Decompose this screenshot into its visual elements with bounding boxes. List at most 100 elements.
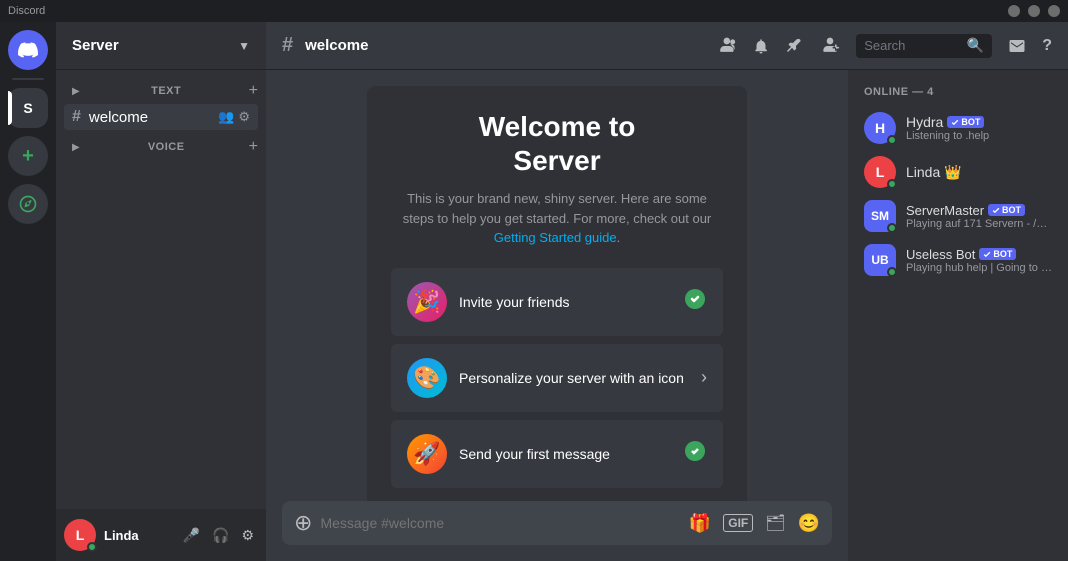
uselessbot-info: Useless Bot BOT Playing hub help | Going… (906, 247, 1052, 274)
welcome-title: Welcome toServer (391, 110, 723, 177)
task-invite[interactable]: 🎉 Invite your friends (391, 268, 723, 336)
voice-category-header[interactable]: ▶ VOICE + (56, 134, 266, 160)
welcome-section: Welcome toServer This is your brand new,… (282, 86, 832, 501)
header-icons: Search 🔍 ? (716, 34, 1052, 58)
user-settings-button[interactable]: ⚙ (237, 523, 258, 548)
linda-avatar: L (864, 156, 896, 188)
message-add-button[interactable]: ⊕ (294, 510, 312, 536)
gif-button[interactable]: GIF (723, 514, 753, 532)
servermaster-online-dot (887, 223, 897, 233)
linda-online-dot (887, 179, 897, 189)
window-controls (1008, 5, 1060, 17)
app-container: S + Server ▼ ▶ TEXT + # welcome (0, 22, 1068, 561)
channel-sidebar: Server ▼ ▶ TEXT + # welcome 👥 ⚙ (56, 22, 266, 561)
task-invite-icon: 🎉 (407, 282, 447, 322)
search-bar[interactable]: Search 🔍 (856, 34, 992, 58)
channel-welcome-icons: 👥 ⚙ (218, 109, 250, 125)
minimize-button[interactable] (1008, 5, 1020, 17)
server-chevron-icon: ▼ (238, 39, 250, 53)
member-linda[interactable]: L Linda 👑 (856, 150, 1060, 194)
voice-category: ▶ VOICE + (56, 134, 266, 160)
voice-category-label: VOICE (148, 141, 185, 153)
servermaster-name-row: ServerMaster BOT (906, 203, 1052, 218)
discord-home-item (8, 30, 48, 70)
task-personalize-icon: 🎨 (407, 358, 447, 398)
channel-settings-icon[interactable]: ⚙ (238, 109, 250, 125)
uselessbot-bot-badge: BOT (979, 248, 1016, 260)
chat-container: Welcome toServer This is your brand new,… (266, 70, 848, 561)
channel-list: ▶ TEXT + # welcome 👥 ⚙ ▶ VOICE (56, 70, 266, 509)
hydra-info: Hydra BOT Listening to .help (906, 114, 1052, 142)
emoji-button[interactable]: 😊 (798, 513, 820, 534)
members-icon[interactable] (716, 36, 736, 56)
members-sidebar: ONLINE — 4 H Hydra BOT (848, 70, 1068, 561)
add-server-button[interactable]: + (8, 136, 48, 176)
explore-servers-button[interactable] (8, 184, 48, 224)
user-avatar: L (64, 519, 96, 551)
inbox-icon[interactable] (1008, 37, 1026, 55)
text-category-header[interactable]: ▶ TEXT + (56, 78, 266, 104)
welcome-description: This is your brand new, shiny server. He… (391, 189, 723, 248)
message-text-input[interactable] (320, 515, 680, 531)
hydra-avatar: H (864, 112, 896, 144)
text-category-label: TEXT (151, 85, 181, 97)
gift-icon[interactable]: 🎁 (689, 513, 711, 534)
server-s-item: S (8, 88, 48, 128)
channel-add-member-icon[interactable]: 👥 (218, 109, 234, 125)
help-icon[interactable]: ? (1042, 37, 1052, 55)
task-message[interactable]: 🚀 Send your first message (391, 420, 723, 488)
voice-category-add-button[interactable]: + (249, 138, 258, 156)
maximize-button[interactable] (1028, 5, 1040, 17)
user-online-indicator (87, 542, 97, 552)
channel-welcome[interactable]: # welcome 👥 ⚙ (64, 104, 258, 130)
pin-icon[interactable] (786, 37, 804, 55)
task-invite-label: Invite your friends (459, 294, 671, 310)
server-divider (12, 78, 44, 80)
chat-area: Welcome toServer This is your brand new,… (266, 70, 848, 501)
linda-name-row: Linda 👑 (906, 164, 1052, 181)
getting-started-link[interactable]: Getting Started guide (494, 230, 617, 245)
user-area: L Linda 🎤 🎧 ⚙ (56, 509, 266, 561)
add-member-header-icon[interactable] (820, 36, 840, 56)
online-members-section: ONLINE — 4 H Hydra BOT (856, 86, 1060, 282)
servermaster-status: Playing auf 171 Servern - /help (906, 218, 1052, 230)
hydra-name: Hydra (906, 114, 943, 130)
online-header: ONLINE — 4 (856, 86, 1060, 98)
server-header[interactable]: Server ▼ (56, 22, 266, 70)
servermaster-avatar: SM (864, 200, 896, 232)
servermaster-bot-badge: BOT (988, 204, 1025, 216)
uselessbot-name: Useless Bot (906, 247, 975, 262)
member-servermaster[interactable]: SM ServerMaster BOT Playing (856, 194, 1060, 238)
linda-crown-icon: 👑 (944, 164, 961, 181)
hydra-bot-badge: BOT (947, 116, 984, 128)
channel-header-hash-icon: # (282, 34, 293, 57)
server-s-button[interactable]: S (8, 88, 48, 128)
member-hydra[interactable]: H Hydra BOT Listening to .he (856, 106, 1060, 150)
task-personalize-arrow-icon: › (701, 367, 707, 388)
task-message-icon: 🚀 (407, 434, 447, 474)
discord-home-button[interactable] (8, 30, 48, 70)
user-controls: 🎤 🎧 ⚙ (179, 523, 258, 548)
linda-info: Linda 👑 (906, 164, 1052, 181)
task-personalize[interactable]: 🎨 Personalize your server with an icon › (391, 344, 723, 412)
task-personalize-label: Personalize your server with an icon (459, 370, 689, 386)
close-button[interactable] (1048, 5, 1060, 17)
active-indicator (8, 91, 12, 125)
uselessbot-avatar: UB (864, 244, 896, 276)
mute-button[interactable]: 🎤 (179, 523, 204, 548)
text-category: ▶ TEXT + # welcome 👥 ⚙ (56, 78, 266, 130)
user-display-name: Linda (104, 528, 171, 543)
sticker-icon[interactable]: 🗂 (765, 513, 785, 533)
user-info: Linda (104, 528, 171, 543)
bell-icon[interactable] (752, 37, 770, 55)
task-list: 🎉 Invite your friends 🎨 Personali (391, 268, 723, 488)
text-category-add-button[interactable]: + (249, 82, 258, 100)
titlebar: Discord (0, 0, 1068, 22)
member-uselessbot[interactable]: UB Useless Bot BOT Playing h (856, 238, 1060, 282)
deafen-button[interactable]: 🎧 (208, 523, 233, 548)
task-invite-complete-icon (683, 287, 707, 317)
main-content: # welcome Search 🔍 (266, 22, 1068, 561)
message-input-area: ⊕ 🎁 GIF 🗂 😊 (266, 501, 848, 561)
voice-category-chevron: ▶ (72, 142, 80, 153)
message-input-icons: 🎁 GIF 🗂 😊 (689, 513, 820, 534)
